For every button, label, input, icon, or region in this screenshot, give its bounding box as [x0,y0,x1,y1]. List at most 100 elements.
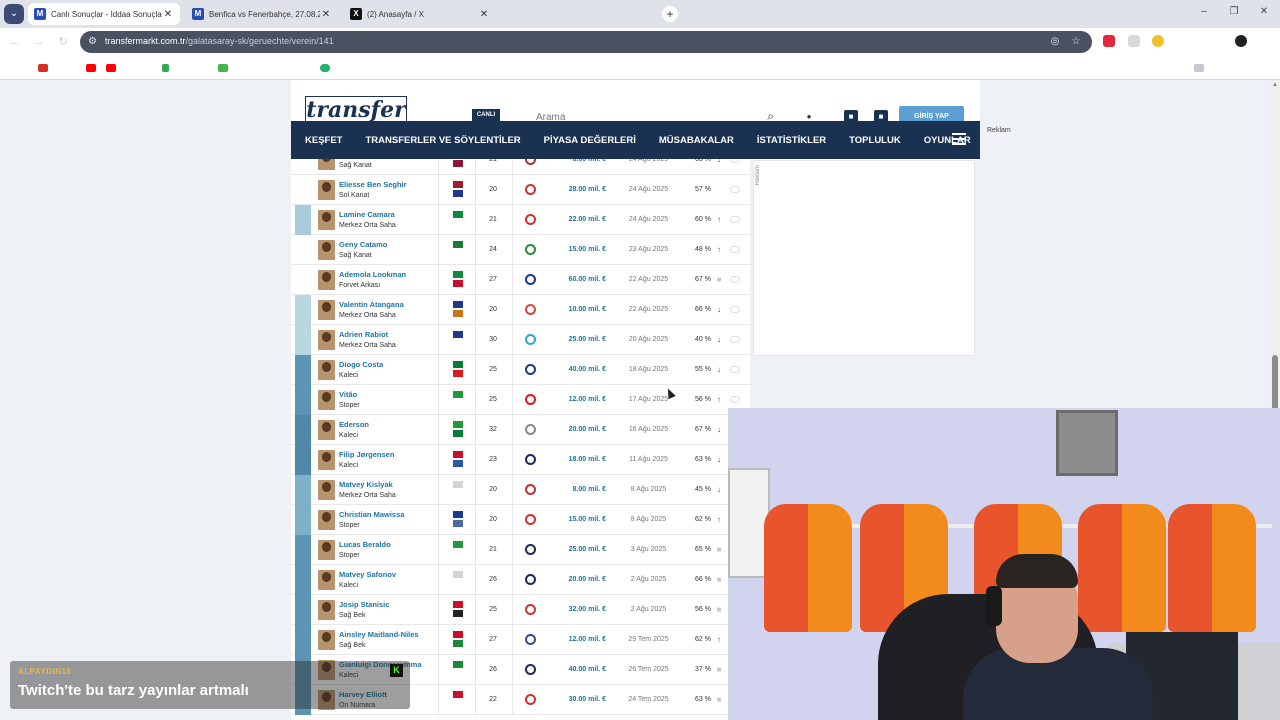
bookmark-item[interactable] [320,62,334,74]
player-photo[interactable] [318,480,335,500]
player-name-link[interactable]: Filip Jørgensen [339,450,394,459]
table-row[interactable]: Eliesse Ben Seghir Sol Kanat 20 28.00 mil. … [291,175,750,205]
nav-item[interactable]: KEŞFET [305,135,342,146]
nav-item[interactable]: İSTATİSTİKLER [757,135,826,146]
club-crest-icon[interactable] [525,334,536,345]
player-name-link[interactable]: Adrien Rabiot [339,330,388,339]
player-photo[interactable] [318,240,335,260]
browser-tab[interactable]: X (2) Anasayfa / X ✕ [344,3,496,25]
player-name-link[interactable]: Diogo Costa [339,360,383,369]
player-photo[interactable] [318,420,335,440]
table-row[interactable]: Lucas Beraldo Stoper 21 25.00 mil. € 3 Ağu 2… [291,535,750,565]
nav-item[interactable]: TRANSFERLER VE SÖYLENTİLER [365,135,520,146]
browser-tab[interactable]: M Benfica vs Fenerbahçe, 27.08.2025✕ [186,3,338,25]
player-photo[interactable] [318,570,335,590]
comments-icon[interactable] [730,186,740,193]
player-photo[interactable] [318,180,335,200]
player-name-link[interactable]: Matvey Kislyak [339,480,393,489]
player-name-link[interactable]: Valentin Atangana [339,300,404,309]
transfermarkt-logo[interactable]: transfer [305,96,407,124]
extension-icon[interactable] [1103,35,1115,47]
nav-item[interactable]: MÜSABAKALAR [659,135,734,146]
close-window-icon[interactable]: ✕ [1256,6,1272,17]
table-row[interactable]: Ademola Lookman Forvet Arkası 27 60.00 mil.… [291,265,750,295]
club-crest-icon[interactable] [525,244,536,255]
player-name-link[interactable]: Ademola Lookman [339,270,406,279]
club-crest-icon[interactable] [525,694,536,705]
minimize-icon[interactable]: – [1196,6,1212,17]
player-photo[interactable] [318,600,335,620]
bookmark-item[interactable] [218,62,232,74]
club-crest-icon[interactable] [525,544,536,555]
player-name-link[interactable]: Ederson [339,420,369,429]
comments-icon[interactable] [730,306,740,313]
table-row[interactable]: Vitão Stoper 25 12.00 mil. €17 Ağu 2025 56 %… [291,385,750,415]
tab-close-icon[interactable]: ✕ [478,9,490,20]
comments-icon[interactable] [730,366,740,373]
profile-avatar[interactable] [1235,35,1247,47]
table-row[interactable]: Ainsley Maitland-Niles Sağ Bek 27 12.00 mil… [291,625,750,655]
club-crest-icon[interactable] [525,159,536,165]
club-crest-icon[interactable] [525,634,536,645]
player-photo[interactable] [318,210,335,230]
comments-icon[interactable] [730,216,740,223]
browser-tab[interactable]: M Canlı Sonuçlar - İddaa Sonuçları ✕ [28,3,180,25]
player-photo[interactable] [318,630,335,650]
table-row[interactable]: Ederson Kaleci 32 20.00 mil. € 16 Ağu 2025 67… [291,415,750,445]
comments-icon[interactable] [730,396,740,403]
player-name-link[interactable]: Geny Catamo [339,240,387,249]
live-badge[interactable]: CANLI [472,109,500,121]
player-name-link[interactable]: Josip Stanisic [339,600,389,609]
comments-icon[interactable] [730,159,740,163]
restore-icon[interactable]: ❐ [1226,6,1242,17]
table-row[interactable]: Matvey Safonov Kaleci 26 20.00 mil. € 2 Ağu … [291,565,750,595]
club-crest-icon[interactable] [525,454,536,465]
table-row[interactable]: Josip Stanisic Sağ Bek 25 32.00 mil. € 2 Ağu… [291,595,750,625]
player-photo[interactable] [318,540,335,560]
club-crest-icon[interactable] [525,184,536,195]
player-photo[interactable] [318,300,335,320]
table-row[interactable]: Lamine Camara Merkez Orta Saha 21 22.00 mil… [291,205,750,235]
eye-off-icon[interactable]: ◎ [1048,35,1062,49]
reload-icon[interactable]: ↻ [56,35,70,49]
player-photo[interactable] [318,159,335,170]
tab-close-icon[interactable]: ✕ [162,9,174,20]
player-photo[interactable] [318,510,335,530]
player-photo[interactable] [318,360,335,380]
table-row[interactable]: Adrien Rabiot Merkez Orta Saha 30 25.00 mil… [291,325,750,355]
player-name-link[interactable]: Christian Mawissa [339,510,404,519]
player-name-link[interactable]: Lamine Camara [339,210,395,219]
player-photo[interactable] [318,450,335,470]
forward-icon[interactable]: → [32,35,46,49]
player-photo[interactable] [318,330,335,350]
table-row[interactable]: Matvey Kislyak Merkez Orta Saha 20 8.00 mil… [291,475,750,505]
player-photo[interactable] [318,270,335,290]
club-crest-icon[interactable] [525,364,536,375]
bookmark-youtube[interactable] [86,62,100,74]
nav-item[interactable]: PİYASA DEĞERLERİ [544,135,636,146]
site-info-icon[interactable]: ⚙ [88,35,100,49]
table-row[interactable]: Valentin Atangana Merkez Orta Saha 20 10.00… [291,295,750,325]
club-crest-icon[interactable] [525,574,536,585]
nav-item[interactable]: TOPLULUK [849,135,901,146]
tab-close-icon[interactable]: ✕ [320,9,332,20]
club-crest-icon[interactable] [525,274,536,285]
player-name-link[interactable]: Vitão [339,390,357,399]
table-row[interactable]: Filip Jørgensen Kaleci 23 18.00 mil. € 11 Ağ… [291,445,750,475]
menu-icon[interactable] [952,133,966,145]
club-crest-icon[interactable] [525,664,536,675]
club-crest-icon[interactable] [525,304,536,315]
club-crest-icon[interactable] [525,214,536,225]
table-row[interactable]: Geny Catamo Sağ Kanat 24 15.00 mil. € 23 Ağu… [291,235,750,265]
club-crest-icon[interactable] [525,424,536,435]
table-row[interactable]: Diogo Costa Kaleci 25 40.00 mil. € 18 Ağu 20… [291,355,750,385]
bookmark-maps[interactable] [162,62,173,74]
table-row[interactable]: Christian Mawissa Stoper 20 15.00 mil. € 8 A… [291,505,750,535]
player-photo[interactable] [318,390,335,410]
bookmark-star-icon[interactable]: ☆ [1069,35,1083,49]
url-bar[interactable]: ⚙ transfermarkt.com.tr/galatasaray-sk/ge… [80,31,1092,53]
comments-icon[interactable] [730,276,740,283]
club-crest-icon[interactable] [525,514,536,525]
club-crest-icon[interactable] [525,604,536,615]
new-tab-button[interactable]: + [662,6,678,22]
